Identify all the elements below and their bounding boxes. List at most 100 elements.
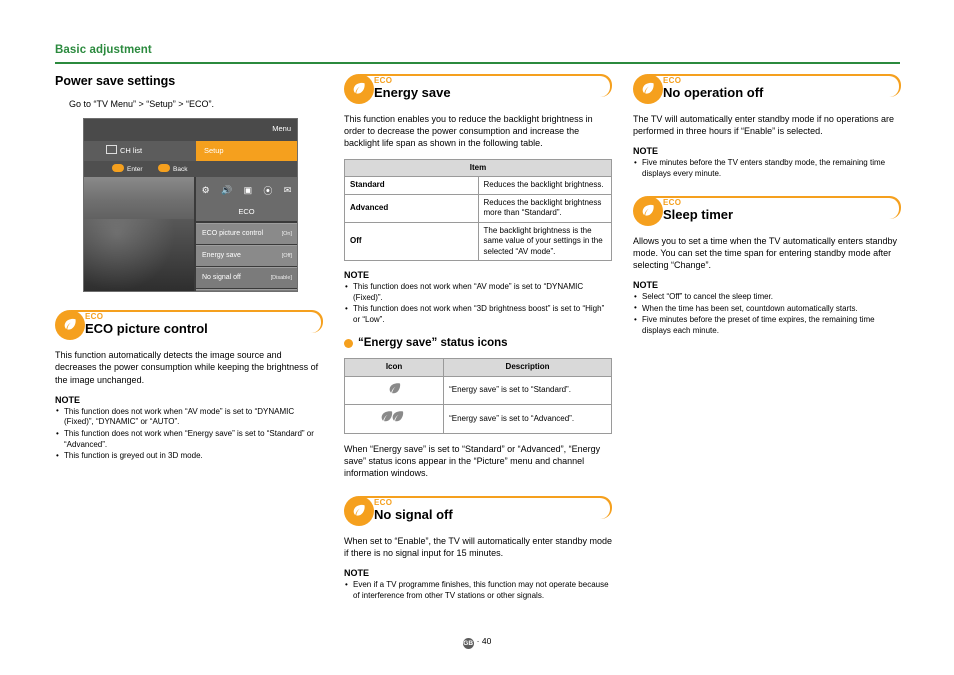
tv-row-name: No signal off bbox=[202, 274, 241, 282]
tv-menu-row-eco-picture-control: ECO picture control [On] bbox=[196, 223, 297, 245]
no-operation-off-notes: Five minutes before the TV enters standb… bbox=[633, 158, 901, 179]
tv-key-back: Back bbox=[158, 164, 187, 173]
eco-heading-no-operation-off: ECO No operation off bbox=[633, 74, 901, 104]
bullet-dot-icon bbox=[344, 338, 353, 348]
document-page: Basic adjustment Power save settings Go … bbox=[0, 0, 954, 675]
note-item: Five minutes before the TV enters standb… bbox=[633, 158, 901, 179]
eco-heading-sleep-timer: ECO Sleep timer bbox=[633, 195, 901, 226]
table-cell-desc: The backlight brightness is the same val… bbox=[477, 221, 612, 262]
note-item: When the time has been set, countdown au… bbox=[633, 303, 901, 315]
tv-key-enter: Enter bbox=[112, 164, 143, 173]
eco-title: Sleep timer bbox=[663, 206, 734, 222]
tools-icon: ⚙ bbox=[201, 184, 210, 195]
table-header-row: Item bbox=[344, 158, 612, 178]
energy-save-body: This function enables you to reduce the … bbox=[344, 114, 593, 149]
eco-badge: ECO bbox=[85, 312, 104, 322]
table-cell-desc: “Energy save” is set to “Standard”. bbox=[443, 375, 612, 406]
note-label: NOTE bbox=[344, 270, 370, 281]
power-save-intro: Go to “TV Menu” > “Setup” > “ECO”. bbox=[69, 99, 215, 109]
leaf-icon bbox=[55, 310, 85, 341]
eco-heading-no-signal-off: ECO No signal off bbox=[344, 495, 612, 526]
table-cell-desc: “Energy save” is set to “Advanced”. bbox=[443, 404, 612, 434]
table-row: “Energy save” is set to “Standard”. bbox=[343, 375, 612, 406]
tv-menu-topbar bbox=[84, 119, 297, 142]
table-cell-desc: Reduces the backlight brightness more th… bbox=[477, 193, 612, 223]
eco-picture-control-notes: This function does not work when “AV mod… bbox=[55, 406, 323, 462]
table-cell-label: Off bbox=[344, 221, 479, 262]
tv-tab-ch-list: CH list bbox=[106, 145, 142, 155]
eco-title: Energy save bbox=[374, 85, 451, 100]
tv-row-name: Energy save bbox=[202, 252, 241, 260]
mail-icon: ✉ bbox=[283, 184, 292, 195]
tv-tab-setup-label: Setup bbox=[204, 146, 224, 156]
note-item: This function does not work when “Energy… bbox=[55, 428, 323, 450]
tv-key-enter-label: Enter bbox=[127, 166, 143, 174]
energy-save-advanced-double-leaf-icon bbox=[343, 404, 445, 434]
eco-title: No operation off bbox=[663, 85, 764, 100]
note-item: Select “Off” to cancel the sleep timer. bbox=[633, 292, 901, 303]
no-operation-off-body: The TV will automatically enter standby … bbox=[633, 114, 894, 137]
no-signal-off-notes: Even if a TV programme finishes, this fu… bbox=[344, 579, 612, 601]
tv-tab-setup: Setup bbox=[196, 141, 297, 162]
eco-picture-control-body: This function automatically detects the … bbox=[55, 350, 319, 385]
table-header-cell: Description bbox=[443, 358, 612, 377]
note-item: This function does not work when “AV mod… bbox=[55, 406, 323, 428]
tv-row-value: [On] bbox=[281, 231, 292, 238]
note-item: This function is greyed out in 3D mode. bbox=[55, 451, 323, 462]
back-key-icon bbox=[158, 164, 170, 173]
note-label: NOTE bbox=[633, 280, 659, 291]
table-row: Off The backlight brightness is the same… bbox=[344, 221, 612, 262]
eco-leaf-icon: ⦿ bbox=[263, 185, 273, 196]
sleep-timer-notes: Select “Off” to cancel the sleep timer. … bbox=[633, 292, 901, 336]
note-label: NOTE bbox=[344, 568, 370, 578]
speaker-icon: 🔊 bbox=[221, 184, 233, 195]
tv-menu-label: Menu bbox=[272, 124, 291, 134]
eco-title: ECO picture control bbox=[85, 321, 208, 337]
eco-title: No signal off bbox=[374, 506, 453, 522]
leaf-icon bbox=[344, 74, 374, 104]
tv-menu-row-energy-save: Energy save [Off] bbox=[196, 245, 297, 267]
status-icons-after-text: When “Energy save” is set to “Standard” … bbox=[344, 443, 601, 479]
leaf-icon bbox=[633, 195, 663, 226]
page-footer: GB · 40 bbox=[0, 636, 954, 649]
region-mark: GB bbox=[462, 638, 474, 649]
table-cell-label: Standard bbox=[344, 176, 479, 195]
tv-tab-ch-list-label: CH list bbox=[120, 146, 143, 156]
table-header-cell: Item bbox=[344, 158, 612, 178]
tv-menu-row-no-operation-off: No operation off [Disable] bbox=[196, 289, 297, 292]
tv-row-name: ECO picture control bbox=[202, 230, 264, 238]
enter-key-icon bbox=[112, 164, 124, 173]
column-middle: ECO Energy save This function enables yo… bbox=[343, 74, 612, 602]
table-row: Standard Reduces the backlight brightnes… bbox=[344, 176, 612, 195]
column-right: ECO No operation off The TV will automat… bbox=[633, 74, 901, 338]
tv-row-value: [Off] bbox=[281, 253, 292, 260]
status-icons-table: Icon Description “Energy save” is set to… bbox=[343, 358, 612, 434]
eco-badge: ECO bbox=[374, 76, 393, 85]
eco-badge: ECO bbox=[663, 76, 682, 85]
display-icon: ▣ bbox=[243, 184, 253, 195]
tv-key-back-label: Back bbox=[173, 166, 188, 174]
header-divider bbox=[55, 62, 900, 64]
page-header-title: Basic adjustment bbox=[55, 44, 152, 56]
eco-heading-eco-picture-control: ECO ECO picture control bbox=[55, 310, 323, 341]
note-item: This function does not work when “AV mod… bbox=[344, 282, 612, 303]
note-label: NOTE bbox=[633, 146, 659, 157]
page-number: · 40 bbox=[476, 636, 492, 646]
tv-row-value: [Disable] bbox=[270, 275, 292, 282]
note-item: This function does not work when “3D bri… bbox=[344, 304, 612, 325]
tv-eco-heading: ECO bbox=[196, 203, 297, 222]
sleep-timer-body: Allows you to set a time when the TV aut… bbox=[633, 235, 897, 270]
eco-badge: ECO bbox=[663, 197, 682, 207]
table-header-cell: Icon bbox=[343, 358, 445, 377]
note-item: Five minutes before the preset of time e… bbox=[633, 315, 901, 336]
eco-heading-energy-save: ECO Energy save bbox=[344, 74, 612, 104]
table-row: Advanced Reduces the backlight brightnes… bbox=[344, 193, 612, 223]
eco-badge: ECO bbox=[374, 497, 393, 507]
tv-menu-screenshot: Menu CH list Setup Enter Back ⚙ 🔊 ▣ ⦿ ✉ … bbox=[83, 118, 298, 293]
status-icons-heading: “Energy save” status icons bbox=[344, 337, 612, 349]
section-title-power-save: Power save settings bbox=[55, 74, 176, 88]
tv-menu-row-no-signal-off: No signal off [Disable] bbox=[196, 267, 297, 289]
leaf-icon bbox=[344, 495, 374, 526]
table-cell-desc: Reduces the backlight brightness. bbox=[477, 176, 612, 195]
ch-list-icon bbox=[106, 145, 117, 155]
